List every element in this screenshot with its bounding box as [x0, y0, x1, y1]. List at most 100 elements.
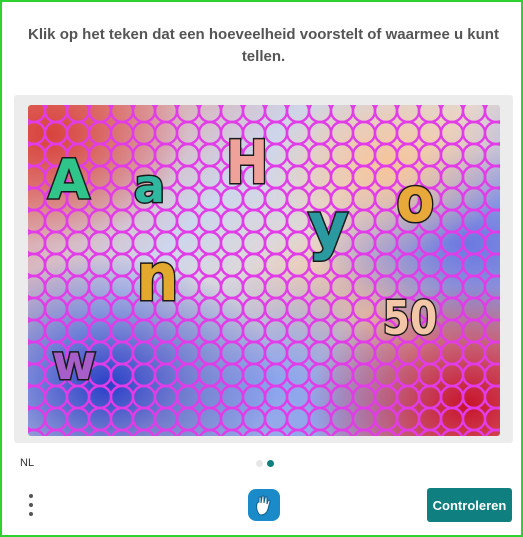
ring-decoration	[65, 296, 91, 322]
ring-decoration	[461, 406, 487, 432]
language-label[interactable]: NL	[20, 457, 34, 469]
ring-decoration	[439, 105, 465, 124]
ring-decoration	[175, 296, 201, 322]
ring-decoration	[285, 186, 311, 212]
ring-decoration	[461, 186, 487, 212]
ring-decoration	[285, 406, 311, 432]
ring-decoration	[329, 384, 355, 410]
ring-decoration	[65, 105, 91, 124]
ring-decoration	[483, 318, 500, 344]
ring-decoration	[263, 230, 289, 256]
ring-decoration	[219, 318, 245, 344]
glyph-a[interactable]: a	[132, 162, 166, 211]
ring-decoration	[28, 384, 47, 410]
ring-decoration	[395, 406, 421, 432]
ring-decoration	[307, 384, 333, 410]
ring-decoration	[131, 384, 157, 410]
glyph-A[interactable]: A	[47, 151, 92, 208]
ring-decoration	[197, 186, 223, 212]
ring-decoration	[131, 406, 157, 432]
ring-decoration	[219, 208, 245, 234]
ring-decoration	[483, 406, 500, 432]
ring-decoration	[286, 428, 310, 436]
ring-decoration	[285, 142, 311, 168]
ring-decoration	[373, 164, 399, 190]
ring-decoration	[330, 428, 354, 436]
ring-decoration	[307, 340, 333, 366]
ring-decoration	[329, 362, 355, 388]
ring-decoration	[351, 142, 377, 168]
ring-decoration	[28, 406, 47, 432]
ring-decoration	[241, 105, 267, 124]
ring-decoration	[483, 120, 500, 146]
ring-decoration	[241, 252, 267, 278]
glyph-50[interactable]: 50	[382, 294, 439, 343]
ring-decoration	[285, 164, 311, 190]
ring-decoration	[329, 274, 355, 300]
ring-decoration	[28, 208, 47, 234]
ring-decoration	[285, 384, 311, 410]
ring-decoration	[219, 362, 245, 388]
ring-decoration	[263, 384, 289, 410]
ring-decoration	[197, 362, 223, 388]
ring-decoration	[483, 208, 500, 234]
ring-decoration	[307, 362, 333, 388]
ring-decoration	[461, 318, 487, 344]
ring-decoration	[87, 120, 113, 146]
ring-decoration	[28, 230, 47, 256]
ring-decoration	[461, 142, 487, 168]
ring-decoration	[88, 428, 112, 436]
challenge-image[interactable]: A a H y o n 50 w	[28, 105, 500, 436]
ring-decoration	[307, 120, 333, 146]
ring-decoration	[43, 120, 69, 146]
ring-decoration	[175, 252, 201, 278]
ring-decoration	[28, 340, 47, 366]
ring-decoration	[351, 274, 377, 300]
ring-decoration	[329, 164, 355, 190]
ring-decoration	[329, 340, 355, 366]
glyph-H[interactable]: H	[224, 132, 269, 195]
ring-decoration	[264, 428, 288, 436]
ring-decoration	[87, 296, 113, 322]
ring-decoration	[197, 105, 223, 124]
ring-decoration	[87, 142, 113, 168]
ring-decoration	[197, 384, 223, 410]
ring-decoration	[153, 208, 179, 234]
ring-decoration	[43, 208, 69, 234]
check-button[interactable]: Controleren	[427, 488, 512, 522]
glyph-w[interactable]: w	[50, 338, 97, 389]
ring-decoration	[285, 208, 311, 234]
ring-decoration	[110, 428, 134, 436]
ring-decoration	[483, 105, 500, 124]
ring-decoration	[197, 120, 223, 146]
ring-decoration	[220, 428, 244, 436]
ring-decoration	[197, 406, 223, 432]
ring-decoration	[241, 362, 267, 388]
ring-decoration	[395, 340, 421, 366]
ring-decoration	[461, 274, 487, 300]
ring-decoration	[176, 428, 200, 436]
ring-decoration	[439, 340, 465, 366]
glyph-o[interactable]: o	[395, 167, 436, 232]
ring-decoration	[43, 406, 69, 432]
ring-decoration	[351, 318, 377, 344]
ring-decoration	[483, 252, 500, 278]
ring-decoration	[263, 362, 289, 388]
vertical-dots-icon[interactable]	[22, 492, 40, 520]
ring-decoration	[439, 384, 465, 410]
ring-decoration	[175, 230, 201, 256]
ring-decoration	[439, 274, 465, 300]
ring-decoration	[483, 296, 500, 322]
glyph-n[interactable]: n	[135, 243, 180, 312]
ring-decoration	[285, 105, 311, 124]
ring-decoration	[197, 274, 223, 300]
ring-decoration	[417, 120, 443, 146]
ring-decoration	[153, 340, 179, 366]
ring-decoration	[285, 230, 311, 256]
ring-decoration	[198, 428, 222, 436]
ring-decoration	[351, 340, 377, 366]
ring-decoration	[109, 274, 135, 300]
ring-decoration	[109, 164, 135, 190]
glyph-y[interactable]: y	[306, 193, 349, 258]
hand-icon[interactable]	[247, 488, 281, 522]
